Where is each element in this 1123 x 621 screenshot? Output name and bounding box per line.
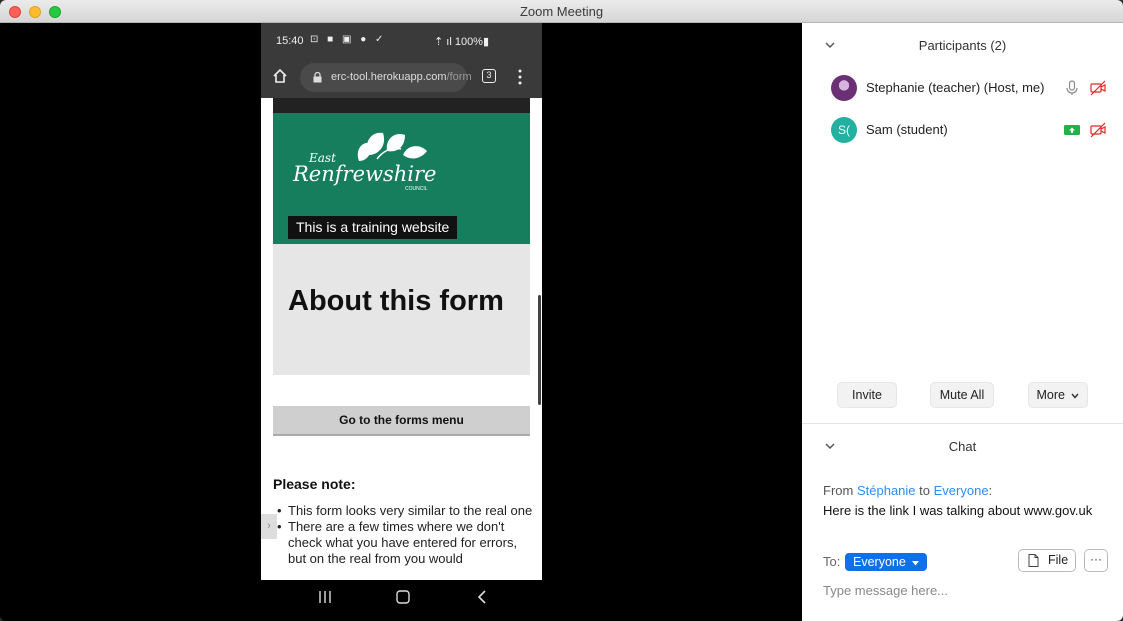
url-path: /form (446, 71, 472, 83)
recipient-name[interactable]: Everyone (934, 483, 989, 498)
svg-text:COUNCIL: COUNCIL (405, 186, 428, 192)
browser-menu-icon[interactable] (516, 69, 524, 85)
recipient-select-value: Everyone (853, 555, 906, 569)
section-divider (802, 423, 1123, 424)
more-button-label: More (1036, 388, 1065, 402)
home-icon[interactable] (271, 67, 289, 85)
participant-actions: Invite Mute All More (802, 382, 1123, 408)
phone-status-bar: 15:40 ⊡ ■ ▣ ● ✓ ⇡ ıl 100%▮ (261, 23, 542, 57)
file-icon (1028, 554, 1039, 567)
video-off-icon[interactable] (1089, 121, 1107, 139)
to-word: to (919, 483, 930, 498)
svg-text:Renfrewshire: Renfrewshire (292, 162, 436, 186)
recent-apps-icon[interactable] (318, 590, 332, 604)
lock-icon (313, 72, 322, 83)
more-button[interactable]: More (1028, 382, 1088, 408)
window-title: Zoom Meeting (519, 4, 604, 19)
to-label: To: (823, 554, 841, 569)
android-nav-bar (261, 580, 542, 621)
page-header-strip (273, 98, 530, 113)
participant-row[interactable]: S( Sam (student) (802, 115, 1123, 145)
mute-all-button[interactable]: Mute All (930, 382, 994, 408)
side-panel-handle[interactable]: › (261, 514, 277, 539)
participant-name: Sam (student) (866, 122, 948, 137)
url-domain: erc-tool.herokuapp.com (331, 71, 447, 83)
status-time: 15:40 (276, 35, 304, 47)
shared-screen-area: 15:40 ⊡ ■ ▣ ● ✓ ⇡ ıl 100%▮ erc-tool.hero… (0, 23, 802, 621)
participant-name: Stephanie (teacher) (Host, me) (866, 80, 1045, 95)
file-button[interactable]: File (1018, 549, 1076, 572)
note-heading: Please note: (273, 476, 356, 492)
avatar: S( (831, 117, 857, 143)
zoom-window: Zoom Meeting 15:40 ⊡ ■ ▣ ● ✓ ⇡ ıl 100%▮ … (0, 0, 1123, 621)
council-banner: East Renfrewshire COUNCIL This is a trai… (273, 113, 530, 244)
note-list: This form looks very similar to the real… (273, 503, 535, 567)
video-off-icon[interactable] (1089, 79, 1107, 97)
mic-icon[interactable] (1063, 79, 1081, 97)
address-bar[interactable]: erc-tool.herokuapp.com/form (300, 63, 472, 92)
share-screen-icon (1064, 125, 1080, 135)
participant-row[interactable]: Stephanie (teacher) (Host, me) (802, 73, 1123, 103)
recipient-select[interactable]: Everyone (845, 553, 928, 571)
phone-scrollbar[interactable] (538, 295, 541, 405)
chat-title: Chat (948, 439, 977, 454)
chat-more-button[interactable]: ··· (1084, 549, 1108, 572)
council-logo: East Renfrewshire COUNCIL (292, 132, 436, 192)
browser-url-bar: erc-tool.herokuapp.com/form 3 (261, 57, 542, 98)
chevron-down-icon (1071, 393, 1080, 399)
chat-message: Here is the link I was talking about www… (823, 503, 1093, 518)
training-website-label: This is a training website (288, 216, 458, 239)
title-bar: Zoom Meeting (0, 0, 1123, 23)
phone-screen: 15:40 ⊡ ■ ▣ ● ✓ ⇡ ıl 100%▮ erc-tool.hero… (261, 23, 542, 621)
invite-button[interactable]: Invite (837, 382, 897, 408)
file-button-label: File (1048, 553, 1069, 567)
list-item: This form looks very similar to the real… (273, 503, 535, 519)
status-battery: ⇡ ıl 100%▮ (434, 36, 490, 48)
about-section: About this form (273, 244, 530, 375)
from-prefix: From (823, 483, 854, 498)
chat-message-header: From Stéphanie to Everyone: (823, 483, 993, 498)
list-item: There are a few times where we don't che… (273, 519, 535, 567)
caret-down-icon (912, 561, 920, 566)
tab-count-button[interactable]: 3 (482, 69, 496, 83)
status-icons: ⊡ ■ ▣ ● ✓ (310, 34, 387, 45)
back-icon[interactable] (476, 590, 488, 604)
page-title: About this form (288, 285, 504, 317)
avatar (831, 75, 857, 101)
forms-menu-button[interactable]: Go to the forms menu (273, 406, 530, 436)
chat-message-input[interactable] (823, 580, 1108, 600)
sender-name[interactable]: Stéphanie (857, 483, 916, 498)
participants-title: Participants (2) (918, 38, 1007, 53)
side-panel: Participants (2) Stephanie (teacher) (Ho… (802, 23, 1123, 621)
nav-home-icon[interactable] (396, 590, 410, 604)
